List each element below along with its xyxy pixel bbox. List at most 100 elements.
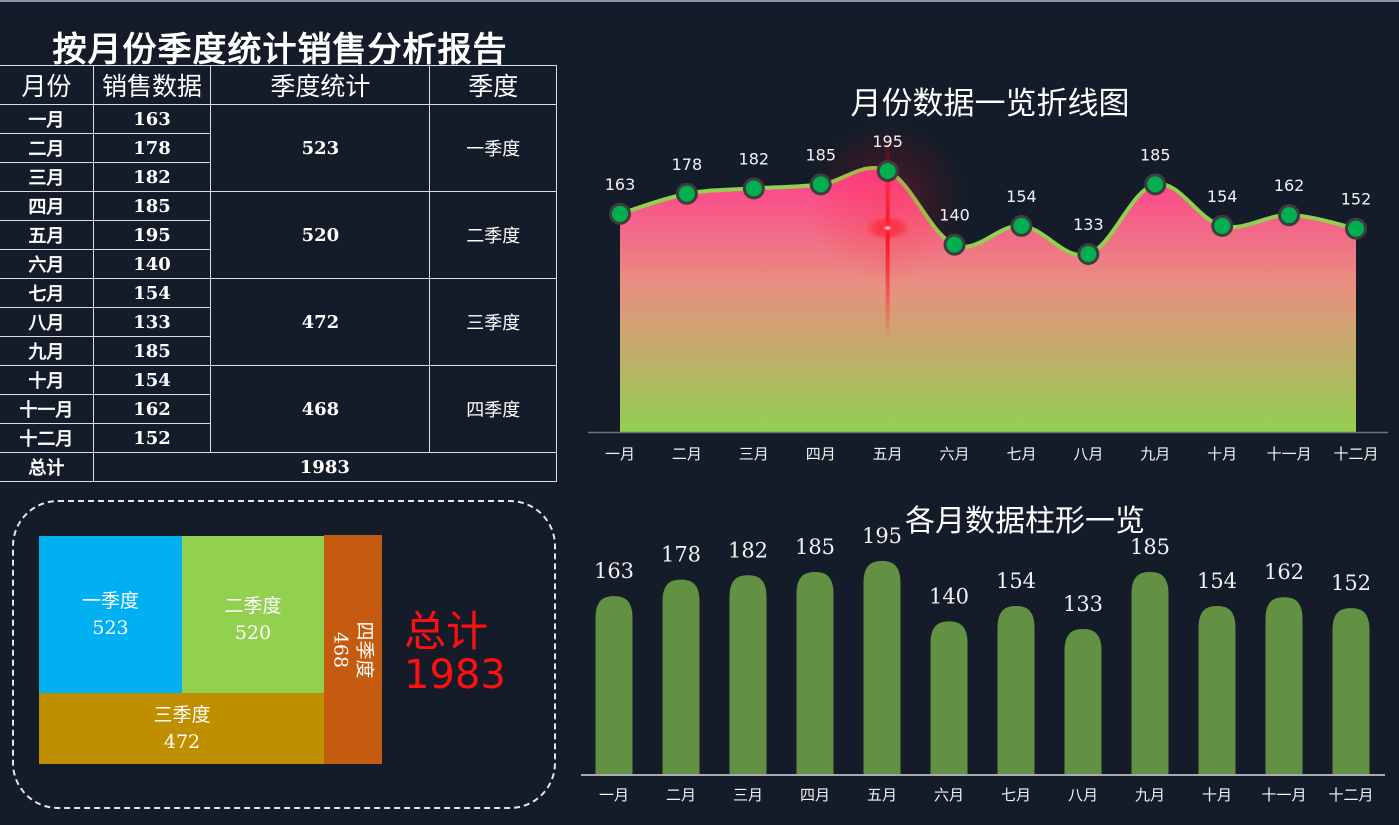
sales-cell: 152 <box>92 423 212 453</box>
series-line <box>619 165 1357 258</box>
treemap-q2-label: 二季度 <box>224 594 282 617</box>
data-label: 140 <box>939 206 970 225</box>
header-quarter-sum: 季度统计 <box>210 65 431 105</box>
bar <box>997 605 1035 774</box>
bar <box>1265 597 1303 774</box>
quarter-sum-cell: 472 <box>210 278 431 366</box>
x-tick-label: 十一月 <box>1267 445 1312 463</box>
x-tick-label: 三月 <box>733 786 763 804</box>
quarter-name-cell: 四季度 <box>429 365 557 453</box>
table-header-row: 月份 销售数据 季度统计 季度 <box>0 65 557 105</box>
data-point <box>809 173 832 196</box>
treemap-q3: 三季度 472 <box>39 693 325 764</box>
bar <box>1064 629 1102 774</box>
line-chart-title: 月份数据一览折线图 <box>850 86 1130 122</box>
x-tick-label: 二月 <box>672 445 702 463</box>
treemap-q3-value: 472 <box>163 730 201 753</box>
x-tick-label: 七月 <box>1006 445 1036 463</box>
bar-value-label: 140 <box>929 584 969 608</box>
treemap-q2-value: 520 <box>234 621 272 644</box>
header-month: 月份 <box>0 65 94 105</box>
x-tick-label: 十月 <box>1207 445 1237 463</box>
x-tick-label: 十二月 <box>1328 786 1373 804</box>
total-row: 总计 1983 <box>0 452 558 482</box>
data-point <box>1144 173 1167 196</box>
treemap-total-label: 总计 <box>404 607 489 656</box>
sales-cell: 162 <box>92 394 212 424</box>
data-label: 182 <box>739 149 770 168</box>
total-label-cell: 总计 <box>0 452 94 482</box>
table-row: 七月 154 472 三季度 <box>0 278 557 366</box>
bar-value-label: 178 <box>661 543 701 567</box>
bar-value-label: 133 <box>1063 592 1103 616</box>
month-cell: 九月 <box>0 336 94 366</box>
sales-cell: 154 <box>92 278 212 308</box>
month-cell: 十月 <box>0 365 94 395</box>
x-tick-label: 十二月 <box>1333 445 1378 463</box>
data-point <box>1345 217 1367 240</box>
quarter-sum-cell: 468 <box>210 365 431 453</box>
highlight-streak <box>885 130 890 340</box>
x-tick-label: 四月 <box>806 445 836 463</box>
top-border <box>0 0 1399 2</box>
quarter-sum-cell: 523 <box>210 104 431 192</box>
month-cell: 一月 <box>0 104 94 134</box>
month-cell: 十二月 <box>0 423 94 453</box>
month-cell: 十一月 <box>0 394 94 424</box>
data-label: 185 <box>805 145 836 164</box>
treemap-q1: 一季度 523 <box>39 536 182 693</box>
data-point <box>1077 243 1100 265</box>
month-cell: 四月 <box>0 191 94 221</box>
sales-cell: 185 <box>92 191 212 221</box>
x-tick-label: 八月 <box>1073 445 1103 463</box>
header-sales: 销售数据 <box>92 65 212 105</box>
summary-table: 月份 销售数据 季度统计 季度 一月 163 523 一季度 二月 178 三月 182 四月 1… <box>0 65 558 482</box>
x-tick-label: 六月 <box>934 786 964 804</box>
bar <box>863 561 901 774</box>
x-tick-label: 四月 <box>800 786 830 804</box>
x-tick-label: 三月 <box>739 445 769 463</box>
table-row: 四月 185 520 二季度 <box>0 191 557 279</box>
data-point <box>742 177 765 200</box>
treemap-q4-label: 四季度 <box>353 620 376 679</box>
data-point <box>1278 204 1301 227</box>
bar-chart-title: 各月数据柱形一览 <box>905 504 1145 539</box>
bar-value-label: 154 <box>996 569 1036 593</box>
data-label: 178 <box>672 155 703 174</box>
x-tick-label: 一月 <box>605 445 635 463</box>
bar <box>1198 605 1236 774</box>
data-point <box>609 202 631 225</box>
month-cell: 六月 <box>0 249 94 279</box>
bar <box>662 579 700 774</box>
sales-cell: 154 <box>92 365 212 395</box>
data-point <box>876 160 899 182</box>
treemap-total-value: 1983 <box>404 652 506 698</box>
quarter-name-cell: 一季度 <box>429 104 557 192</box>
month-cell: 八月 <box>0 307 94 337</box>
highlight-glow <box>865 216 910 240</box>
table-row: 十月 154 468 四季度 <box>0 365 557 453</box>
data-label: 154 <box>1006 187 1037 206</box>
data-label: 195 <box>872 132 903 151</box>
month-cell: 七月 <box>0 278 94 308</box>
month-cell: 二月 <box>0 133 94 163</box>
quarter-sum-cell: 520 <box>210 191 431 279</box>
total-value-cell: 1983 <box>92 452 558 482</box>
treemap-q1-label: 一季度 <box>81 589 139 612</box>
highlight-halo <box>807 120 968 280</box>
x-tick-label: 九月 <box>1140 445 1170 463</box>
table-row: 一月 163 523 一季度 <box>0 104 557 192</box>
bar-value-label: 154 <box>1197 569 1237 593</box>
data-label: 133 <box>1073 215 1104 234</box>
x-tick-label: 九月 <box>1135 786 1165 804</box>
data-point <box>675 182 698 205</box>
bar-value-label: 163 <box>594 559 634 583</box>
sales-cell: 133 <box>92 307 212 337</box>
bar <box>729 575 767 774</box>
treemap-q2: 二季度 520 <box>182 536 324 693</box>
bar <box>595 596 633 774</box>
data-point <box>1010 214 1033 237</box>
sales-cell: 163 <box>92 104 212 134</box>
report-title: 按月份季度统计销售分析报告 <box>52 30 508 70</box>
area-fill <box>620 167 1356 432</box>
